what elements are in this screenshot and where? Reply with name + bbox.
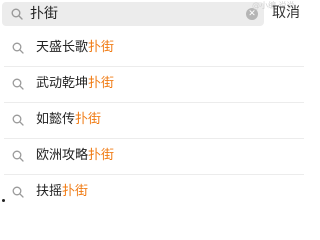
suggestion-prefix: 欧洲攻略 <box>36 148 89 163</box>
cancel-button[interactable]: 取消 <box>272 4 300 22</box>
suggestion-item[interactable]: 欧洲攻略扑街 <box>4 139 304 175</box>
suggestion-item[interactable]: 扶摇扑街 <box>4 175 304 210</box>
suggestion-text: 欧洲攻略扑街 <box>36 147 114 165</box>
suggestion-text: 武动乾坤扑街 <box>36 75 114 93</box>
search-bar: 扑街 ✕ @小编 说说 取消 <box>0 0 314 28</box>
suggestion-item[interactable]: 天盛长歌扑街 <box>4 31 304 67</box>
suggestion-item[interactable]: 如懿传扑街 <box>4 103 304 139</box>
search-icon <box>11 8 23 20</box>
search-icon <box>12 150 24 162</box>
suggestion-highlight: 扑街 <box>88 76 115 91</box>
suggestion-text: 扶摇扑街 <box>36 183 88 201</box>
suggestion-highlight: 扑街 <box>88 40 115 55</box>
search-icon <box>12 114 24 126</box>
search-input[interactable]: 扑街 <box>30 5 58 23</box>
suggestion-prefix: 天盛长歌 <box>36 40 89 55</box>
suggestion-highlight: 扑街 <box>88 148 115 163</box>
search-icon <box>12 78 24 90</box>
dot <box>2 199 5 202</box>
suggestion-prefix: 如懿传 <box>36 112 76 127</box>
suggestion-prefix: 武动乾坤 <box>36 76 89 91</box>
suggestion-list: 天盛长歌扑街 武动乾坤扑街 如懿传扑街 欧洲攻略扑街 扶摇扑街 <box>0 31 314 210</box>
suggestion-prefix: 扶摇 <box>36 184 63 199</box>
suggestion-text: 天盛长歌扑街 <box>36 39 114 57</box>
search-icon <box>12 186 24 198</box>
search-icon <box>12 42 24 54</box>
suggestion-highlight: 扑街 <box>75 112 102 127</box>
search-box[interactable]: 扑街 ✕ <box>2 2 264 26</box>
suggestion-item[interactable]: 武动乾坤扑街 <box>4 67 304 103</box>
suggestion-text: 如懿传扑街 <box>36 111 101 129</box>
suggestion-highlight: 扑街 <box>62 184 89 199</box>
